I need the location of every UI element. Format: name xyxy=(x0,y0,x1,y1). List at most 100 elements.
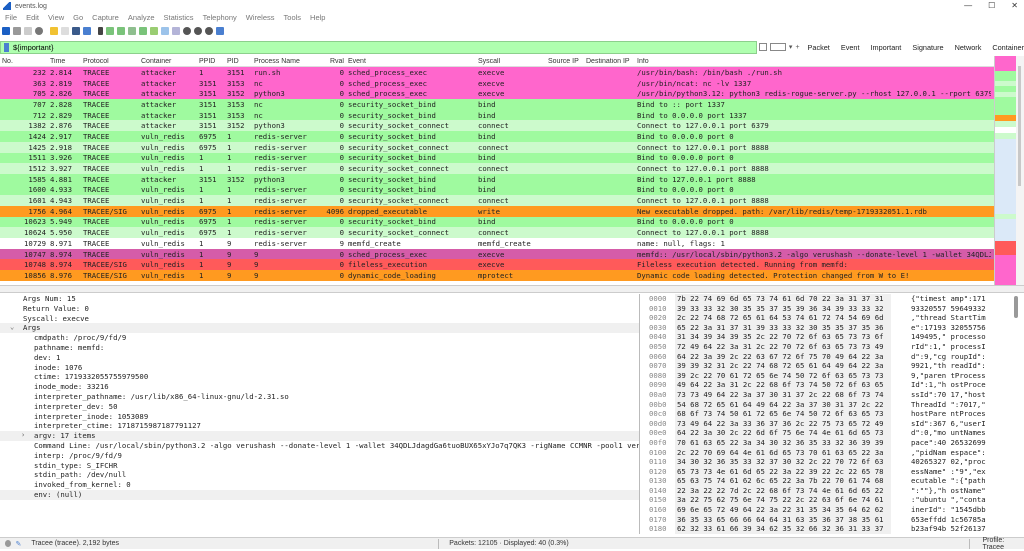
hex-bytes[interactable]: 39 2c 22 70 61 72 65 6e 74 50 72 6f 63 6… xyxy=(675,370,891,381)
expand-icon[interactable]: › xyxy=(21,431,25,441)
detail-line[interactable]: stdin_type: S_IFCHR xyxy=(0,461,639,471)
table-row[interactable]: 1512 3.927 TRACEE vuln_redis 1 1 redis-server 0… xyxy=(0,163,994,174)
detail-line[interactable]: › argv: 17 items xyxy=(0,431,639,441)
table-row[interactable]: 707 2.828 TRACEE attacker 3151 3153 nc 0 securit… xyxy=(0,99,994,110)
table-row[interactable]: 10729 8.971 TRACEE vuln_redis 1 9 redis-server… xyxy=(0,238,994,249)
hex-ascii[interactable]: {"timest amp":171 xyxy=(911,294,1011,304)
detail-line[interactable]: ⌄ Args xyxy=(0,323,639,334)
filter-button-packet[interactable]: Packet xyxy=(808,43,830,52)
detail-line[interactable]: Command Line: /usr/local/sbin/python3.2 … xyxy=(0,441,639,451)
column-header-time[interactable]: Time xyxy=(48,58,81,65)
menu-analyze[interactable]: Analyze xyxy=(128,13,155,24)
column-header-pid[interactable]: PID xyxy=(225,58,252,65)
table-row[interactable]: 705 2.826 TRACEE attacker 3151 3152 python3 0 sc… xyxy=(0,88,994,100)
hex-bytes[interactable]: 49 64 22 3a 31 2c 22 68 6f 73 74 50 72 6… xyxy=(675,380,891,390)
detail-line[interactable]: interp: /proc/9/fd/9 xyxy=(0,451,639,461)
column-header-rval[interactable]: Rval xyxy=(322,58,346,65)
hex-ascii[interactable]: ThreadId ":7017," xyxy=(911,400,1011,410)
hex-ascii[interactable]: 9,"paren tProcess xyxy=(911,371,1011,381)
table-row[interactable]: 1756 4.964 TRACEE/SIG vuln_redis 6975 1 redis-… xyxy=(0,205,994,217)
hex-ascii[interactable]: hostPare ntProces xyxy=(911,409,1011,419)
hex-ascii[interactable]: 149495," processo xyxy=(911,332,1011,342)
column-header-source-ip[interactable]: Source IP xyxy=(546,58,584,65)
add-filter-button[interactable]: + xyxy=(795,44,799,51)
clear-filter-icon[interactable] xyxy=(758,43,767,51)
hex-bytes[interactable]: 54 68 72 65 61 64 49 64 22 3a 37 30 31 3… xyxy=(675,399,891,410)
hex-ascii[interactable]: Id":1,"h ostProce xyxy=(911,380,1011,390)
menu-help[interactable]: Help xyxy=(310,13,325,24)
detail-line[interactable]: inode_mode: 33216 xyxy=(0,382,639,392)
hex-ascii[interactable]: ":""},"h ostName" xyxy=(911,486,1011,496)
close-file-icon[interactable] xyxy=(72,27,80,35)
filter-button-signature[interactable]: Signature xyxy=(912,43,943,52)
hex-bytes[interactable]: 3a 22 75 62 75 6e 74 75 22 2c 22 63 6f 6… xyxy=(675,495,891,506)
detail-line[interactable]: env: (null) xyxy=(0,489,639,500)
find-packet-icon[interactable] xyxy=(98,27,103,35)
table-row[interactable]: 10624 5.950 TRACEE vuln_redis 6975 1 redis-ser… xyxy=(0,227,994,238)
close-button[interactable]: ✕ xyxy=(1011,1,1018,10)
hex-bytes[interactable]: 65 73 73 4e 61 6d 65 22 3a 22 39 22 2c 2… xyxy=(675,466,891,477)
detail-line[interactable]: interpreter_inode: 1053089 xyxy=(0,412,639,422)
start-capture-icon[interactable] xyxy=(2,27,10,35)
column-header-protocol[interactable]: Protocol xyxy=(81,58,139,65)
go-back-icon[interactable] xyxy=(106,27,114,35)
detail-line[interactable]: stdin_path: /dev/null xyxy=(0,470,639,480)
resize-columns-icon[interactable] xyxy=(216,27,224,35)
hex-ascii[interactable]: d":0,"mo untNames xyxy=(911,428,1011,438)
table-row[interactable]: 1601 4.943 TRACEE vuln_redis 1 1 redis-server 0… xyxy=(0,195,994,206)
go-to-packet-icon[interactable] xyxy=(128,27,136,35)
detail-line[interactable]: interpreter_dev: 50 xyxy=(0,402,639,412)
column-header-ppid[interactable]: PPID xyxy=(197,58,225,65)
reload-file-icon[interactable] xyxy=(83,27,91,35)
autoscroll-icon[interactable] xyxy=(161,27,169,35)
zoom-reset-icon[interactable] xyxy=(205,27,213,35)
hex-bytes[interactable]: 2c 22 74 68 72 65 61 64 53 74 61 72 74 5… xyxy=(675,313,891,323)
bytes-scrollbar-thumb[interactable] xyxy=(1014,296,1018,318)
colorize-icon[interactable] xyxy=(172,27,180,35)
hex-bytes[interactable]: 62 32 33 61 66 39 34 62 35 32 66 32 36 3… xyxy=(675,524,891,534)
scrollbar-thumb[interactable] xyxy=(1018,66,1021,186)
table-row[interactable]: 1600 4.933 TRACEE vuln_redis 1 1 redis-server 0… xyxy=(0,184,994,196)
hex-bytes[interactable]: 64 22 3a 30 2c 22 6d 6f 75 6e 74 4e 61 6… xyxy=(675,428,891,438)
hex-ascii[interactable]: ecutable ":{"path xyxy=(911,476,1011,486)
apply-filter-icon[interactable] xyxy=(769,43,786,51)
column-header-info[interactable]: Info xyxy=(635,58,991,65)
hex-bytes[interactable]: 7b 22 74 69 6d 65 73 74 61 6d 70 22 3a 3… xyxy=(675,294,891,304)
filter-button-network[interactable]: Network xyxy=(955,43,982,52)
detail-line[interactable]: dev: 1 xyxy=(0,353,639,363)
table-row[interactable]: 10623 5.949 TRACEE vuln_redis 6975 1 redis-ser… xyxy=(0,216,994,228)
filter-button-container[interactable]: Container xyxy=(992,43,1024,52)
detail-line[interactable]: inode: 1076 xyxy=(0,363,639,373)
hex-ascii[interactable]: 93320557 59649332 xyxy=(911,304,1011,314)
column-header-destination-ip[interactable]: Destination IP xyxy=(584,58,635,65)
hex-bytes[interactable]: 34 30 32 36 35 33 32 37 30 32 2c 22 70 7… xyxy=(675,457,891,467)
profile-indicator[interactable]: Profile: Tracee xyxy=(982,537,1024,551)
hex-bytes[interactable]: 65 63 75 74 61 62 6c 65 22 3a 7b 22 70 6… xyxy=(675,476,891,486)
hex-ascii[interactable]: ssId":70 17,"host xyxy=(911,390,1011,400)
expert-info-icon[interactable] xyxy=(5,540,12,547)
detail-line[interactable]: Syscall: execve xyxy=(0,314,639,324)
maximize-button[interactable]: ☐ xyxy=(988,1,995,10)
menu-telephony[interactable]: Telephony xyxy=(203,13,237,24)
menu-edit[interactable]: Edit xyxy=(26,13,39,24)
packet-list-scrollbar[interactable] xyxy=(1016,56,1024,285)
table-row[interactable]: 10747 8.974 TRACEE vuln_redis 1 9 9 0 sched_proc… xyxy=(0,248,994,260)
column-header-event[interactable]: Event xyxy=(346,58,476,65)
hex-bytes[interactable]: 39 33 33 32 30 35 35 37 35 39 36 34 39 3… xyxy=(675,303,891,314)
hex-ascii[interactable]: b23af94b 52f26137 xyxy=(911,524,1011,534)
column-header-syscall[interactable]: Syscall xyxy=(476,58,546,65)
packet-minimap[interactable] xyxy=(994,56,1016,285)
column-header-container[interactable]: Container xyxy=(139,58,197,65)
minimize-button[interactable]: — xyxy=(964,1,972,10)
hex-ascii[interactable]: pace":40 26532699 xyxy=(911,438,1011,448)
table-row[interactable]: 10748 8.974 TRACEE/SIG vuln_redis 1 9 9 0 filele… xyxy=(0,259,994,271)
restart-capture-icon[interactable] xyxy=(24,27,32,35)
stop-capture-icon[interactable] xyxy=(13,27,21,35)
filter-button-event[interactable]: Event xyxy=(841,43,860,52)
menu-view[interactable]: View xyxy=(48,13,64,24)
first-packet-icon[interactable] xyxy=(139,27,147,35)
hex-ascii[interactable]: :"ubuntu ","conta xyxy=(911,495,1011,505)
menu-file[interactable]: File xyxy=(5,13,17,24)
hex-bytes[interactable]: 70 61 63 65 22 3a 34 30 32 36 35 33 32 3… xyxy=(675,437,891,448)
hex-ascii[interactable]: e":17193 32055756 xyxy=(911,323,1011,333)
